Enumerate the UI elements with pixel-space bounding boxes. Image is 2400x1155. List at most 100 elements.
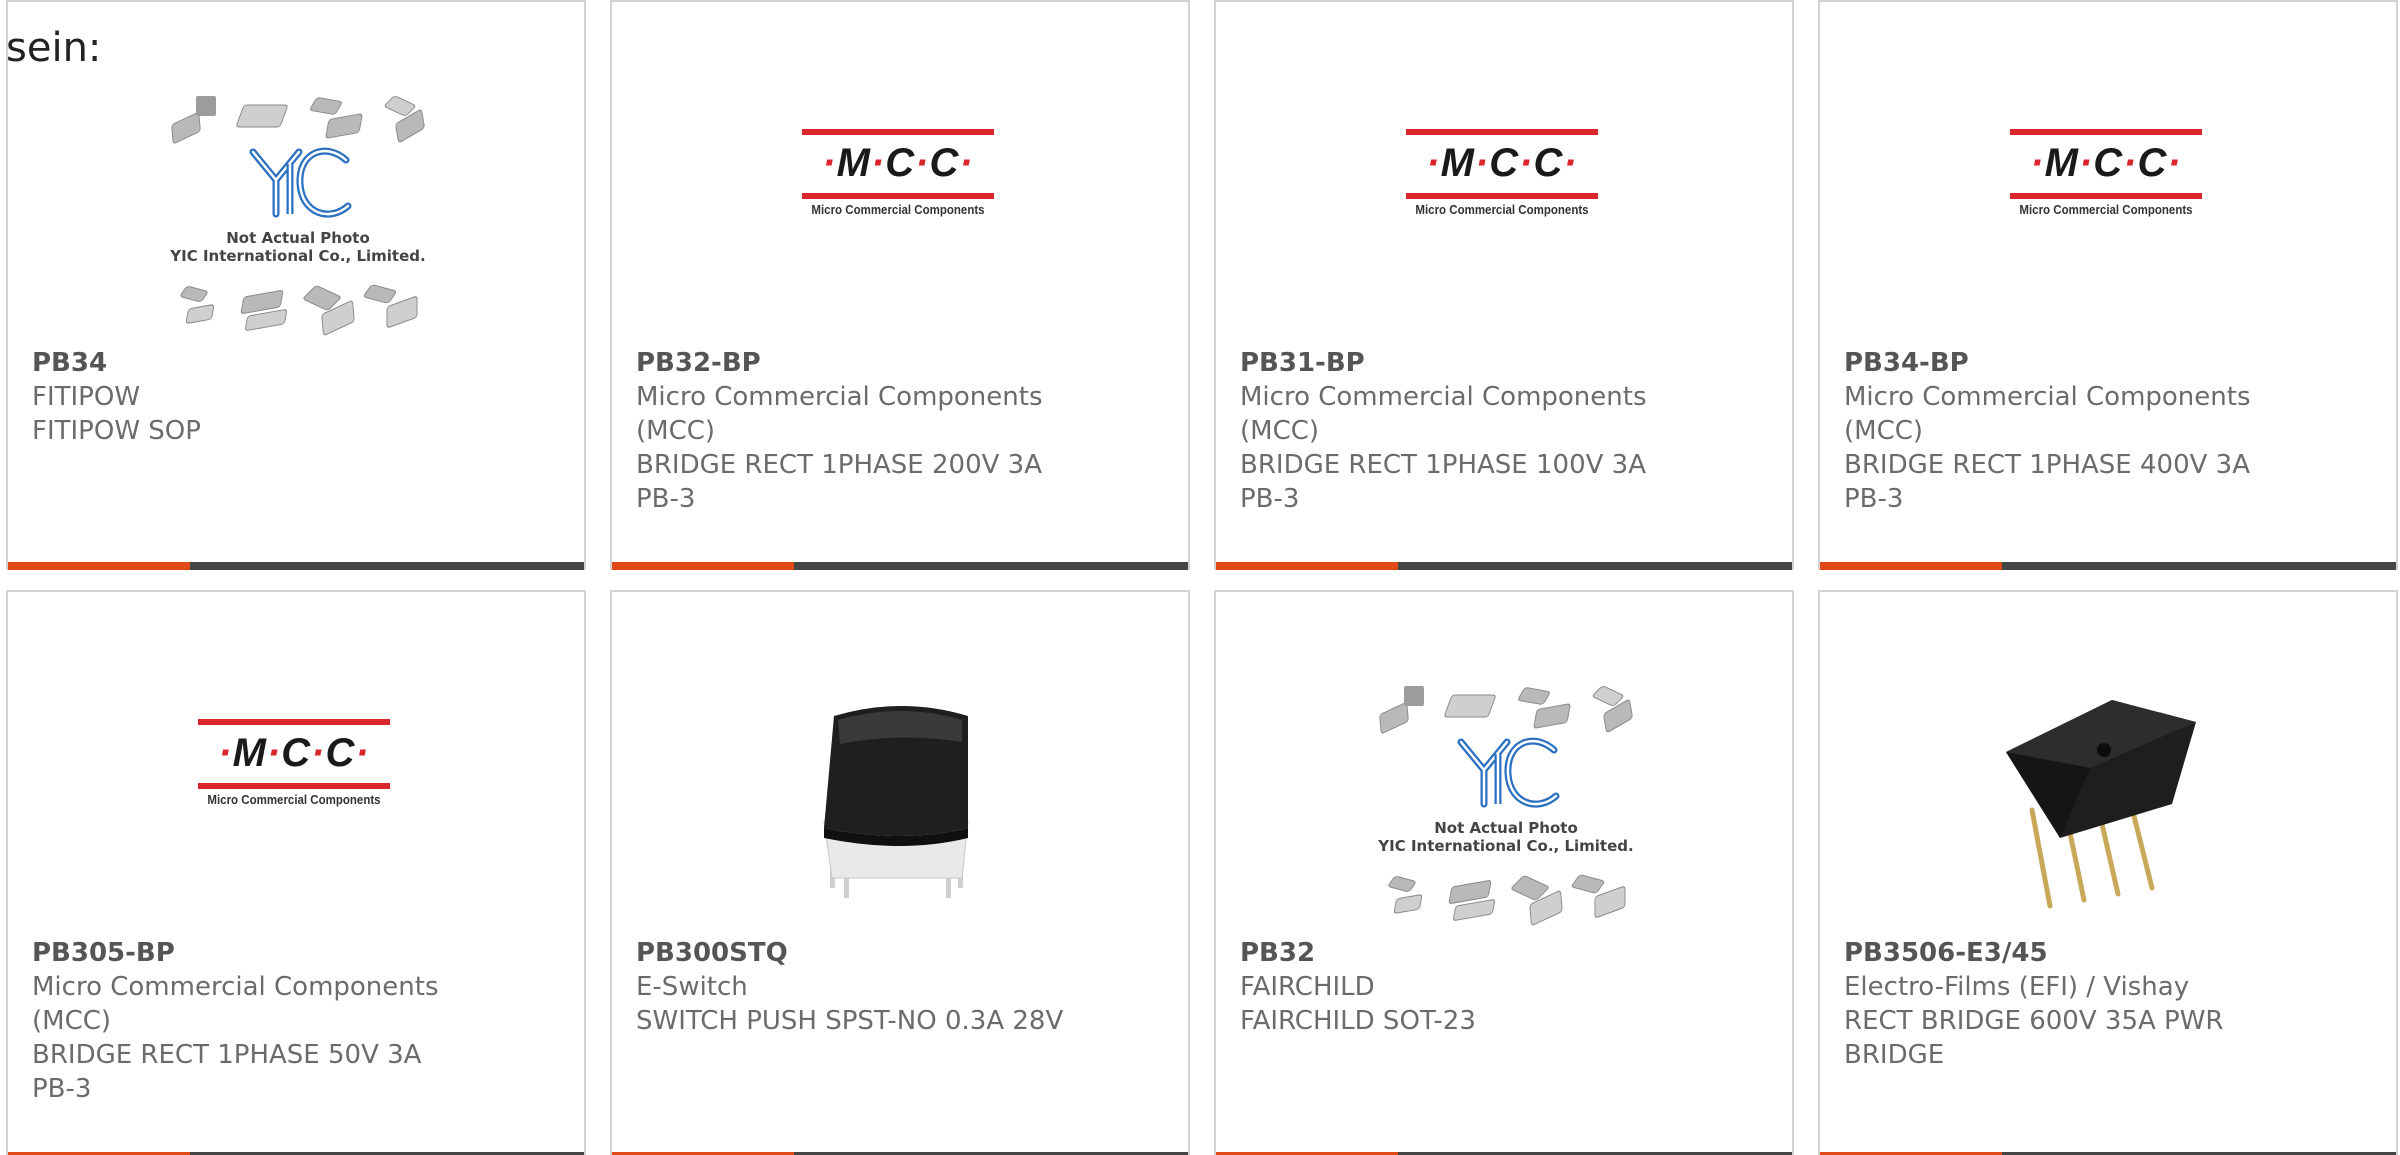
product-description: PB-3: [636, 484, 696, 514]
mcc-letter: M: [2044, 141, 2079, 185]
product-info: PB34-BP Micro Commercial Components (MCC) B…: [1844, 346, 2380, 516]
yic-caption: Not Actual Photo YIC International Co., L…: [1336, 819, 1676, 855]
mcc-tagline: Micro Commercial Components: [2019, 203, 2193, 217]
manufacturer-name: (MCC): [32, 1006, 112, 1036]
mcc-letter: M: [232, 731, 267, 775]
card-accent-bar: [612, 562, 794, 570]
logo-red-bar: [198, 719, 390, 725]
mcc-letter: M: [836, 141, 871, 185]
manufacturer-name: (MCC): [1844, 416, 1924, 446]
mcc-tagline: Micro Commercial Components: [207, 793, 381, 807]
part-number-link[interactable]: PB34: [32, 346, 568, 380]
mcc-wordmark: ·M·C·C·: [1426, 141, 1578, 185]
intro-text: sein:: [6, 25, 102, 71]
mcc-letter: C: [1533, 141, 1564, 185]
product-image[interactable]: Not Actual Photo YIC International Co., L…: [1216, 592, 1792, 934]
product-description: BRIDGE RECT 1PHASE 200V 3A: [636, 450, 1042, 480]
product-description: BRIDGE: [1844, 1040, 1945, 1070]
logo-red-bar: [1406, 129, 1598, 135]
product-grid-page: sein: Not Actual Photo YIC International …: [0, 0, 2400, 1155]
mcc-wordmark: ·M·C·C·: [822, 141, 974, 185]
yic-caption: Not Actual Photo YIC International Co., L…: [128, 229, 468, 265]
mcc-logo: ·M·C·C· Micro Commercial Components: [1406, 129, 1598, 219]
manufacturer-name: (MCC): [636, 416, 716, 446]
mcc-tagline: Micro Commercial Components: [811, 203, 985, 217]
part-number-link[interactable]: PB32: [1240, 936, 1776, 970]
logo-red-bar: [2010, 193, 2202, 199]
mcc-logo: ·M·C·C· Micro Commercial Components: [2010, 129, 2202, 219]
product-card[interactable]: Not Actual Photo YIC International Co., L…: [6, 0, 586, 570]
logo-red-bar: [1406, 193, 1598, 199]
logo-red-bar: [802, 193, 994, 199]
mcc-letter: C: [885, 141, 916, 185]
card-accent-bar: [1216, 562, 1398, 570]
product-description: BRIDGE RECT 1PHASE 400V 3A: [1844, 450, 2250, 480]
yic-caption-line: Not Actual Photo: [1434, 819, 1578, 837]
product-card[interactable]: ·M·C·C· Micro Commercial Components PB305-…: [6, 590, 586, 1155]
mcc-letter: C: [1489, 141, 1520, 185]
mcc-wordmark: ·M·C·C·: [218, 731, 370, 775]
part-number-link[interactable]: PB3506-E3/45: [1844, 936, 2380, 970]
product-info: PB32-BP Micro Commercial Components (MCC) B…: [636, 346, 1172, 516]
product-info: PB31-BP Micro Commercial Components (MCC) B…: [1240, 346, 1776, 516]
product-card[interactable]: ·M·C·C· Micro Commercial Components PB34-B…: [1818, 0, 2398, 570]
manufacturer-name: E-Switch: [636, 972, 748, 1002]
product-info: PB3506-E3/45 Electro-Films (EFI) / Vishay…: [1844, 936, 2380, 1072]
product-description: PB-3: [32, 1074, 92, 1104]
mcc-logo: ·M·C·C· Micro Commercial Components: [802, 129, 994, 219]
logo-red-bar: [802, 129, 994, 135]
manufacturer-name: Micro Commercial Components: [1240, 382, 1647, 412]
product-card[interactable]: ·M·C·C· Micro Commercial Components PB32-B…: [610, 0, 1190, 570]
logo-red-bar: [198, 783, 390, 789]
mcc-wordmark: ·M·C·C·: [2030, 141, 2182, 185]
logo-red-bar: [2010, 129, 2202, 135]
product-description: PB-3: [1844, 484, 1904, 514]
manufacturer-name: Electro-Films (EFI) / Vishay: [1844, 972, 2190, 1002]
product-info: PB32 FAIRCHILD FAIRCHILD SOT-23: [1240, 936, 1776, 1038]
manufacturer-name: Micro Commercial Components: [32, 972, 439, 1002]
card-accent-bar: [1820, 562, 2002, 570]
manufacturer-name: FITIPOW: [32, 382, 141, 412]
mcc-logo: ·M·C·C· Micro Commercial Components: [198, 719, 390, 809]
product-description: BRIDGE RECT 1PHASE 50V 3A: [32, 1040, 422, 1070]
mcc-letter: C: [325, 731, 356, 775]
part-number-link[interactable]: PB32-BP: [636, 346, 1172, 380]
product-image[interactable]: ·M·C·C· Micro Commercial Components: [1820, 2, 2396, 344]
product-description: RECT BRIDGE 600V 35A PWR: [1844, 1006, 2224, 1036]
push-switch-photo: [823, 706, 969, 898]
card-footer-bar: [8, 562, 584, 570]
bridge-rectifier-photo: [2006, 700, 2196, 909]
part-number-link[interactable]: PB34-BP: [1844, 346, 2380, 380]
card-accent-bar: [8, 562, 190, 570]
mcc-letter: M: [1440, 141, 1475, 185]
manufacturer-name: FAIRCHILD: [1240, 972, 1375, 1002]
mcc-letter: C: [281, 731, 312, 775]
yic-caption-line: YIC International Co., Limited.: [1378, 837, 1634, 855]
product-image[interactable]: [612, 592, 1188, 934]
card-footer-bar: [1820, 562, 2396, 570]
product-info: PB34 FITIPOW FITIPOW SOP: [32, 346, 568, 448]
part-number-link[interactable]: PB305-BP: [32, 936, 568, 970]
part-number-link[interactable]: PB300STQ: [636, 936, 1172, 970]
product-card[interactable]: ·M·C·C· Micro Commercial Components PB31-B…: [1214, 0, 1794, 570]
mcc-tagline: Micro Commercial Components: [1415, 203, 1589, 217]
part-number-link[interactable]: PB31-BP: [1240, 346, 1776, 380]
yic-caption-line: Not Actual Photo: [226, 229, 370, 247]
product-image[interactable]: [1820, 592, 2396, 934]
card-footer-bar: [1216, 562, 1792, 570]
product-image[interactable]: ·M·C·C· Micro Commercial Components: [8, 592, 584, 934]
product-card[interactable]: PB300STQ E-Switch SWITCH PUSH SPST-NO 0.3A…: [610, 590, 1190, 1155]
product-info: PB300STQ E-Switch SWITCH PUSH SPST-NO 0.3A…: [636, 936, 1172, 1038]
product-card[interactable]: PB3506-E3/45 Electro-Films (EFI) / Vishay…: [1818, 590, 2398, 1155]
yic-placeholder-icon: [1379, 686, 1633, 926]
product-card[interactable]: Not Actual Photo YIC International Co., L…: [1214, 590, 1794, 1155]
product-info: PB305-BP Micro Commercial Components (MCC)…: [32, 936, 568, 1106]
product-image[interactable]: ·M·C·C· Micro Commercial Components: [1216, 2, 1792, 344]
card-footer-bar: [612, 562, 1188, 570]
yic-caption-line: YIC International Co., Limited.: [170, 247, 426, 265]
product-image[interactable]: ·M·C·C· Micro Commercial Components: [612, 2, 1188, 344]
product-description: PB-3: [1240, 484, 1300, 514]
product-description: SWITCH PUSH SPST-NO 0.3A 28V: [636, 1006, 1064, 1036]
product-description: FITIPOW SOP: [32, 416, 201, 446]
product-description: FAIRCHILD SOT-23: [1240, 1006, 1476, 1036]
